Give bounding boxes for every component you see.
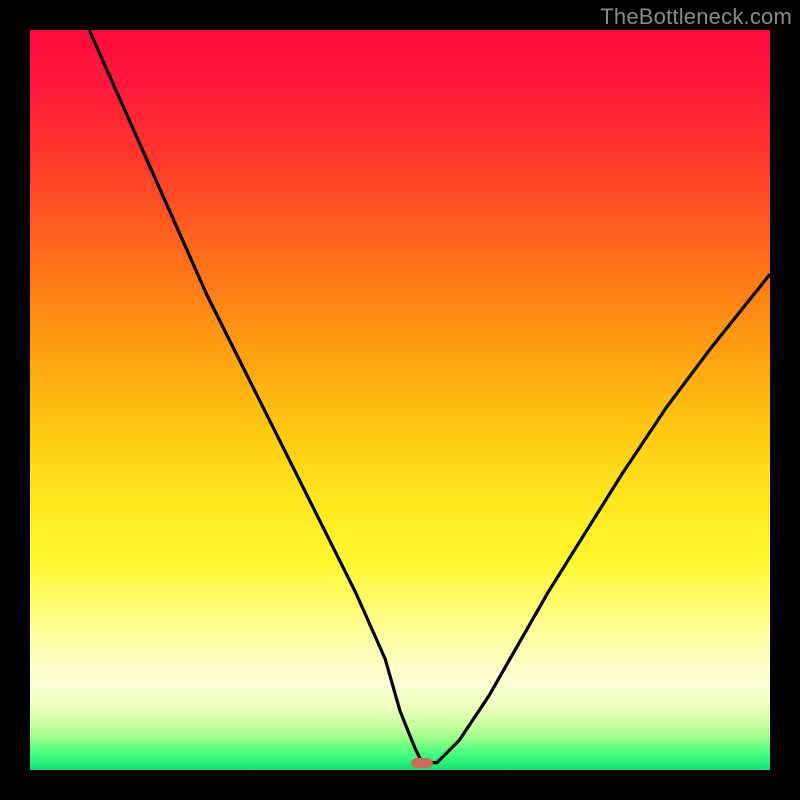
bottleneck-curve — [30, 30, 770, 770]
watermark-text: TheBottleneck.com — [600, 4, 792, 30]
chart-frame: TheBottleneck.com — [0, 0, 800, 800]
plot-area — [30, 30, 770, 770]
curve-minimum-marker — [411, 758, 433, 768]
